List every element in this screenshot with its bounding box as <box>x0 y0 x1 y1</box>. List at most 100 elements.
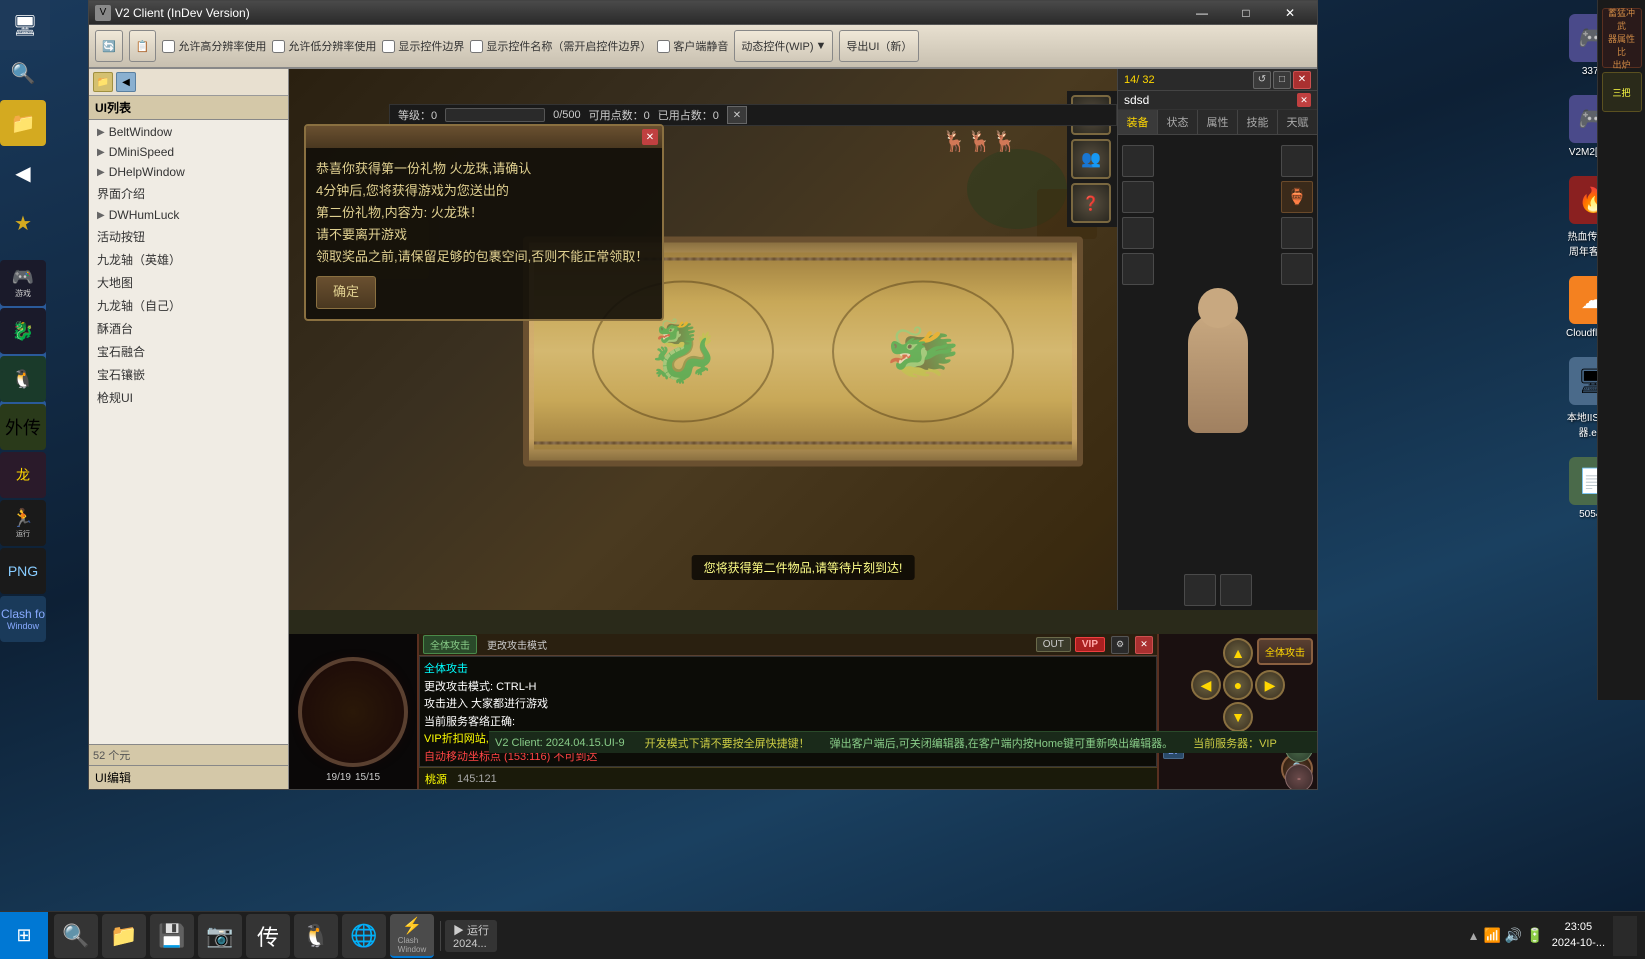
equip-slot[interactable] <box>1220 574 1252 606</box>
equip-slot[interactable] <box>1281 253 1313 285</box>
ui-list-item-dhelp[interactable]: ▶ DHelpWindow <box>89 162 288 182</box>
equip-slot-item[interactable]: 🏺 <box>1281 181 1313 213</box>
left-app-qq[interactable]: 🐧 <box>0 356 46 402</box>
toolbar-dynamicctrl[interactable]: 动态控件(WIP) ▼ <box>734 30 833 62</box>
dialog-confirm-btn[interactable]: 确定 <box>316 276 376 308</box>
speed-down-btn[interactable]: - <box>1285 764 1313 789</box>
taskbar-scan[interactable]: 📷 <box>198 914 242 958</box>
action-btn3[interactable]: ❓ <box>1071 183 1111 223</box>
move-left-btn[interactable]: ◀ <box>1191 670 1221 700</box>
folder-open-btn[interactable]: 📁 <box>93 72 113 92</box>
skill-close-btn[interactable]: ✕ <box>727 106 747 124</box>
taskbar-clash[interactable]: ⚡ ClashWindow <box>390 914 434 958</box>
tray-volume[interactable]: 🔊 <box>1505 927 1522 944</box>
tray-network[interactable]: 📶 <box>1483 927 1500 944</box>
vip-badge[interactable]: VIP <box>1075 637 1105 652</box>
chat-close-btn[interactable]: ✕ <box>1135 636 1153 654</box>
ui-list-item-9dragon-self[interactable]: 九龙轴（自己） <box>89 294 288 317</box>
toolbar-highres[interactable]: 允许高分辨率使用 <box>162 38 266 54</box>
ui-list-item-beltwindow[interactable]: ▶ BeltWindow <box>89 122 288 142</box>
ctrlborder-checkbox[interactable] <box>382 40 395 53</box>
ui-list-item-sukejiu[interactable]: 酥酒台 <box>89 317 288 340</box>
left-icon-star[interactable]: ★ <box>0 200 46 246</box>
ctrlnames-checkbox[interactable] <box>470 40 483 53</box>
equip-slot[interactable] <box>1122 217 1154 249</box>
close-button[interactable]: ✕ <box>1269 3 1311 23</box>
minimize-button[interactable]: — <box>1181 3 1223 23</box>
right-panel-btn2[interactable]: 三把 <box>1602 72 1642 112</box>
move-right-btn[interactable]: ▶ <box>1255 670 1285 700</box>
left-app-img[interactable]: PNG <box>0 548 46 594</box>
left-app-ext2[interactable]: 龙 <box>0 452 46 498</box>
char-tab-status[interactable]: 状态 <box>1158 110 1198 134</box>
left-app-dragon[interactable]: 🐉 <box>0 308 46 354</box>
chat-settings-btn[interactable]: ⚙ <box>1111 636 1129 654</box>
taskbar-legend[interactable]: 传 <box>246 914 290 958</box>
equip-slot[interactable] <box>1122 145 1154 177</box>
left-app-ext1[interactable]: 外传 <box>0 404 46 450</box>
arrow-icon: ▶ <box>97 167 105 178</box>
folder-btn2[interactable]: ◀ <box>116 72 136 92</box>
minimap-close-btn[interactable]: ✕ <box>1293 71 1311 89</box>
toolbar-clientsilent[interactable]: 客户端静音 <box>657 38 728 54</box>
left-app-game[interactable]: 🎮 游戏 <box>0 260 46 306</box>
ui-list-item-gun-ui[interactable]: 枪规UI <box>89 386 288 409</box>
ui-list-item-bigmap[interactable]: 大地图 <box>89 271 288 294</box>
maximize-button[interactable]: □ <box>1225 3 1267 23</box>
equip-slot[interactable] <box>1184 574 1216 606</box>
taskbar-run[interactable]: ▶ 运行2024... <box>445 920 497 952</box>
right-panel-battle[interactable]: 蓄猛冲武器属性比出炉 <box>1602 8 1642 68</box>
dialog-close-btn[interactable]: ✕ <box>642 129 658 145</box>
taskbar-web[interactable]: 🌐 <box>342 914 386 958</box>
ui-list-item-dwh[interactable]: ▶ DWHumLuck <box>89 205 288 225</box>
minimap-btn1[interactable]: ↺ <box>1253 71 1271 89</box>
ui-list-item-dmini[interactable]: ▶ DMiniSpeed <box>89 142 288 162</box>
ui-list-item-activity[interactable]: 活动按钮 <box>89 225 288 248</box>
chat-header-ctrl[interactable]: 更改攻击模式 <box>481 636 553 653</box>
ui-list-item-gem-fusion[interactable]: 宝石融合 <box>89 340 288 363</box>
equip-slot[interactable] <box>1122 181 1154 213</box>
tray-up-icon[interactable]: ▲ <box>1468 929 1480 943</box>
clock[interactable]: 23:05 2024-10-... <box>1552 920 1605 951</box>
action-btn2[interactable]: 👥 <box>1071 139 1111 179</box>
equip-slot[interactable] <box>1281 217 1313 249</box>
ui-list-item-intro[interactable]: 界面介绍 <box>89 182 288 205</box>
toolbar-icon2[interactable]: 📋 <box>129 30 157 62</box>
all-attack-btn[interactable]: 全体攻击 <box>1257 638 1313 665</box>
move-center-btn[interactable]: ● <box>1223 670 1253 700</box>
minimap-btn2[interactable]: □ <box>1273 71 1291 89</box>
toolbar-lowpri[interactable]: 允许低分辨率使用 <box>272 38 376 54</box>
toolbar-icon1[interactable]: 🔄 <box>95 30 123 62</box>
ui-list-item-gem-embed[interactable]: 宝石镶嵌 <box>89 363 288 386</box>
left-app-clash[interactable]: Clash fo Window <box>0 596 46 642</box>
tray-battery[interactable]: 🔋 <box>1526 927 1543 944</box>
char-tab-talent[interactable]: 天赋 <box>1278 110 1317 134</box>
left-icon-nav[interactable]: ◀ <box>0 150 46 196</box>
taskbar-file[interactable]: 📁 <box>102 914 146 958</box>
toolbar-ctrlborder[interactable]: 显示控件边界 <box>382 38 464 54</box>
char-panel-close-btn[interactable]: ✕ <box>1297 93 1311 107</box>
taskbar-qq[interactable]: 🐧 <box>294 914 338 958</box>
left-icon-file[interactable]: 📁 <box>0 100 46 146</box>
toolbar-exportui[interactable]: 导出UI（新） <box>839 30 919 62</box>
lowpri-checkbox[interactable] <box>272 40 285 53</box>
show-desktop-btn[interactable] <box>1613 916 1637 956</box>
char-tab-attr[interactable]: 属性 <box>1198 110 1238 134</box>
chat-header-skill[interactable]: 全体攻击 <box>423 635 477 654</box>
equip-slot[interactable] <box>1281 145 1313 177</box>
move-down-btn[interactable]: ▼ <box>1223 702 1253 732</box>
highres-checkbox[interactable] <box>162 40 175 53</box>
taskbar-baidu[interactable]: 💾 <box>150 914 194 958</box>
start-button[interactable]: ⊞ <box>0 912 48 959</box>
left-icon-search[interactable]: 🔍 <box>0 50 46 96</box>
toolbar-ctrlnames[interactable]: 显示控件名称（需开启控件边界） <box>470 38 651 54</box>
left-app-run[interactable]: 🏃 运行 <box>0 500 46 546</box>
equip-slot[interactable] <box>1122 253 1154 285</box>
char-tab-equip[interactable]: 装备 <box>1118 110 1158 134</box>
char-tab-skill[interactable]: 技能 <box>1238 110 1278 134</box>
clientsilent-checkbox[interactable] <box>657 40 670 53</box>
move-up-btn[interactable]: ▲ <box>1223 638 1253 668</box>
ui-list-item-9dragon-hero[interactable]: 九龙轴（英雄） <box>89 248 288 271</box>
taskbar-search[interactable]: 🔍 <box>54 914 98 958</box>
chat-header-out[interactable]: OUT <box>1036 637 1071 652</box>
